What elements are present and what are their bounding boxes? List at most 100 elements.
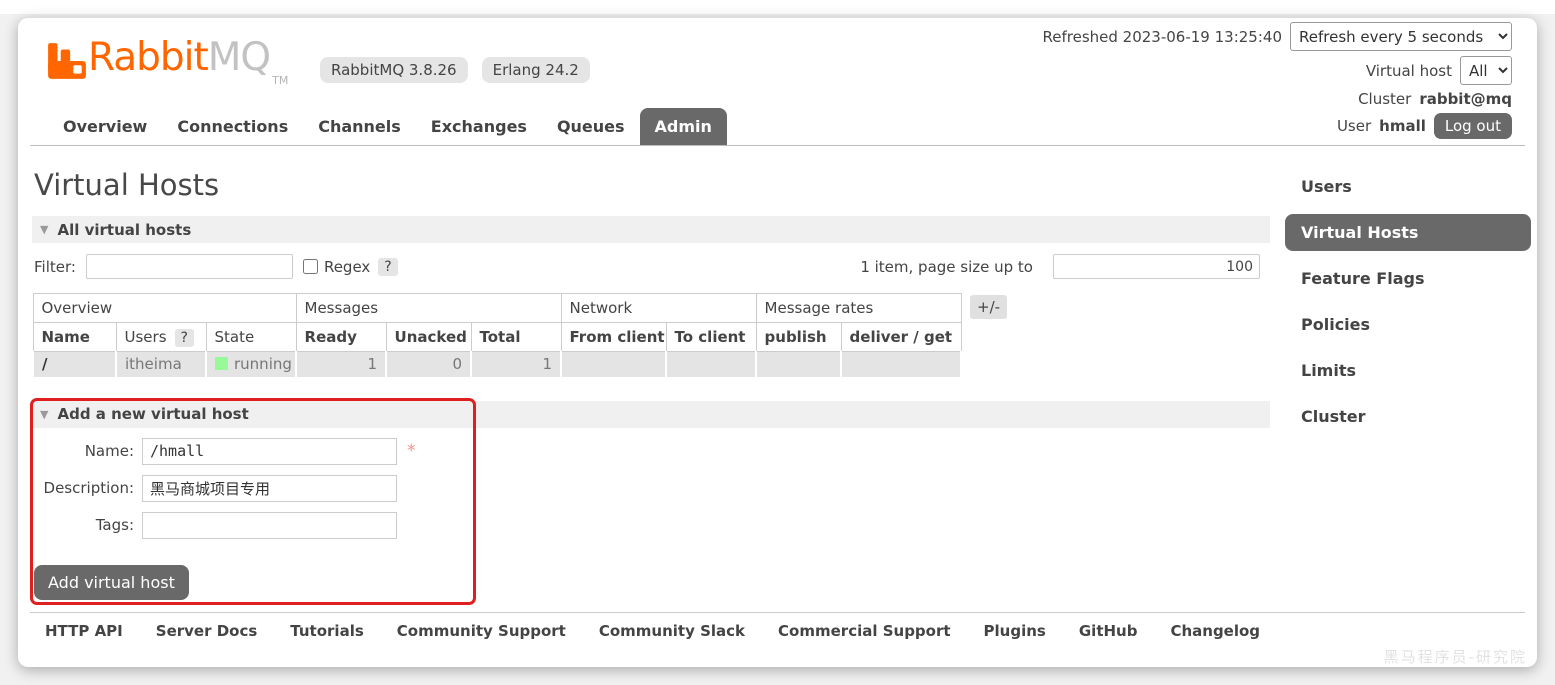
header-controls: Refreshed 2023-06-19 13:25:40 Refresh ev… — [1043, 22, 1512, 139]
col-state[interactable]: State — [205, 322, 297, 352]
col-deliver-get[interactable]: deliver / get — [840, 322, 962, 352]
refresh-interval-select[interactable]: Refresh every 5 seconds — [1290, 22, 1512, 51]
group-header-message-rates: Message rates — [755, 293, 962, 323]
cell-state: running — [204, 351, 298, 379]
tab-channels[interactable]: Channels — [303, 108, 416, 146]
page-title: Virtual Hosts — [34, 168, 220, 202]
tab-admin[interactable]: Admin — [639, 108, 727, 146]
page-size-input[interactable] — [1053, 254, 1260, 279]
cell-publish — [755, 351, 843, 379]
tab-queues[interactable]: Queues — [542, 108, 640, 146]
regex-checkbox[interactable] — [302, 259, 318, 274]
footer-link-tutorials[interactable]: Tutorials — [290, 622, 363, 640]
section-add-virtual-host[interactable]: ▼ Add a new virtual host — [32, 400, 1270, 428]
filter-input[interactable] — [85, 254, 293, 279]
admin-sidebar: Users Virtual Hosts Feature Flags Polici… — [1285, 168, 1531, 444]
virtual-host-label: Virtual host — [1365, 61, 1452, 80]
cluster-name: rabbit@mq — [1419, 90, 1512, 108]
group-header-row: Overview Messages Network Message rates — [32, 293, 962, 323]
description-field-row: Description: — [32, 474, 1270, 502]
main-nav-tabs: Overview Connections Channels Exchanges … — [48, 108, 727, 146]
tab-exchanges[interactable]: Exchanges — [416, 108, 542, 146]
main-content: Virtual Hosts ▼ All virtual hosts Filter… — [32, 150, 1270, 600]
footer-links: HTTP API Server Docs Tutorials Community… — [45, 622, 1260, 640]
version-badges: RabbitMQ 3.8.26 Erlang 24.2 — [320, 57, 590, 83]
vhosts-table: Overview Messages Network Message rates … — [32, 293, 963, 379]
sidebar-item-feature-flags[interactable]: Feature Flags — [1285, 260, 1531, 297]
refreshed-timestamp: Refreshed 2023-06-19 13:25:40 — [1042, 27, 1282, 46]
cell-unacked: 0 — [385, 351, 473, 379]
cluster-label: Cluster — [1358, 90, 1412, 108]
sidebar-item-virtual-hosts[interactable]: Virtual Hosts — [1285, 214, 1531, 251]
virtual-host-select[interactable]: All — [1460, 56, 1512, 85]
brand-text: RabbitMQTM — [88, 35, 289, 88]
tags-label: Tags: — [95, 516, 134, 534]
footer-divider — [30, 612, 1525, 613]
footer-link-commercial-support[interactable]: Commercial Support — [778, 622, 951, 640]
sidebar-item-limits[interactable]: Limits — [1285, 352, 1531, 389]
logout-button[interactable]: Log out — [1433, 113, 1512, 139]
tab-overview[interactable]: Overview — [48, 108, 162, 146]
add-virtual-host-button[interactable]: Add virtual host — [34, 564, 189, 600]
footer-link-community-slack[interactable]: Community Slack — [599, 622, 745, 640]
section-title: Add a new virtual host — [57, 405, 249, 423]
tab-connections[interactable]: Connections — [162, 108, 303, 146]
col-name[interactable]: Name — [32, 322, 117, 352]
col-users[interactable]: Users? — [115, 322, 207, 352]
col-ready[interactable]: Ready — [295, 322, 387, 352]
footer-link-http-api[interactable]: HTTP API — [45, 622, 123, 640]
app-window: RabbitMQTM RabbitMQ 3.8.26 Erlang 24.2 R… — [18, 18, 1537, 667]
regex-help-icon[interactable]: ? — [378, 257, 398, 276]
filter-row: Filter: Regex ? 1 item, page size up to — [34, 254, 1270, 279]
footer-link-changelog[interactable]: Changelog — [1170, 622, 1260, 640]
cell-users: itheima — [115, 351, 207, 379]
filter-label: Filter: — [34, 257, 76, 276]
footer-link-github[interactable]: GitHub — [1079, 622, 1138, 640]
cell-from-client — [560, 351, 668, 379]
col-from-client[interactable]: From client — [560, 322, 667, 352]
vhost-description-input[interactable] — [142, 474, 397, 502]
description-label: Description: — [43, 479, 134, 497]
column-toggle-button[interactable]: +/- — [970, 295, 1008, 319]
add-virtual-host-area: ▼ Add a new virtual host Name: * Descrip… — [32, 400, 1270, 600]
column-header-row: Name Users? State Ready Unacked Total Fr… — [32, 322, 962, 352]
footer-link-server-docs[interactable]: Server Docs — [156, 622, 258, 640]
footer-link-plugins[interactable]: Plugins — [984, 622, 1046, 640]
pagination-text: 1 item, page size up to — [860, 257, 1033, 276]
col-total[interactable]: Total — [470, 322, 562, 352]
tab-underline — [30, 145, 1525, 146]
cell-to-client — [665, 351, 758, 379]
sidebar-item-cluster[interactable]: Cluster — [1285, 398, 1531, 435]
user-name: hmall — [1379, 117, 1426, 135]
col-unacked[interactable]: Unacked — [385, 322, 472, 352]
group-header-messages: Messages — [295, 293, 562, 323]
sidebar-item-users[interactable]: Users — [1285, 168, 1531, 205]
col-to-client[interactable]: To client — [665, 322, 757, 352]
tags-field-row: Tags: — [32, 511, 1270, 539]
regex-label: Regex — [323, 257, 371, 276]
user-label: User — [1336, 117, 1372, 135]
vhosts-table-wrap: Overview Messages Network Message rates … — [32, 293, 1270, 379]
rabbitmq-version-badge: RabbitMQ 3.8.26 — [320, 57, 468, 83]
watermark: 黑马程序员-研究院 — [1383, 648, 1527, 666]
group-header-network: Network — [560, 293, 757, 323]
sidebar-item-policies[interactable]: Policies — [1285, 306, 1531, 343]
cell-deliver-get — [840, 351, 963, 379]
collapse-triangle-icon: ▼ — [40, 407, 49, 421]
cell-ready: 1 — [295, 351, 388, 379]
cell-total: 1 — [470, 351, 563, 379]
cell-vhost-name[interactable]: / — [32, 351, 117, 379]
section-all-virtual-hosts[interactable]: ▼ All virtual hosts — [32, 216, 1270, 243]
users-help-icon[interactable]: ? — [174, 329, 194, 347]
footer-link-community-support[interactable]: Community Support — [397, 622, 566, 640]
running-status-icon — [215, 357, 228, 371]
vhost-tags-input[interactable] — [142, 511, 397, 539]
section-title: All virtual hosts — [57, 220, 192, 239]
group-header-overview: Overview — [32, 293, 297, 323]
rabbitmq-logo[interactable]: RabbitMQTM — [46, 36, 288, 103]
col-publish[interactable]: publish — [755, 322, 842, 352]
pagination: 1 item, page size up to — [860, 254, 1270, 279]
vhost-name-input[interactable] — [142, 437, 397, 465]
table-row: / itheima running 1 0 1 — [32, 351, 963, 379]
name-field-row: Name: * — [32, 437, 1270, 465]
